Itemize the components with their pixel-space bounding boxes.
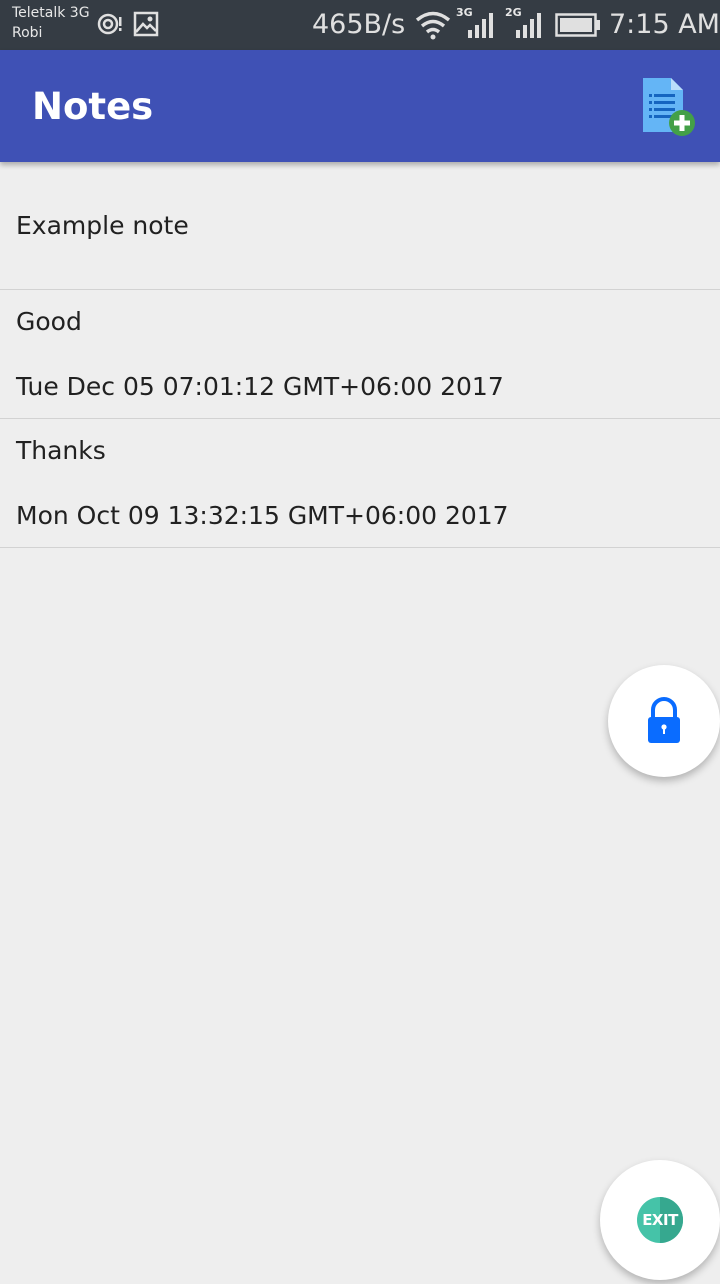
battery-icon <box>555 13 601 41</box>
hotspot-icon <box>97 11 123 41</box>
clock: 7:15 AM <box>609 9 720 40</box>
note-item[interactable]: Thanks Mon Oct 09 13:32:15 GMT+06:00 201… <box>0 419 720 548</box>
note-title: Thanks <box>16 436 106 465</box>
image-icon <box>133 11 159 41</box>
carrier-info: Teletalk 3G Robi <box>12 3 90 43</box>
network-speed: 465B/s <box>312 9 406 40</box>
app-bar: Notes <box>0 50 720 162</box>
note-item[interactable]: Example note <box>0 162 720 290</box>
note-title: Example note <box>16 211 189 240</box>
lock-icon <box>648 697 680 743</box>
exit-label: EXIT <box>642 1211 678 1229</box>
carrier-2: Robi <box>12 25 43 41</box>
exit-button[interactable]: EXIT <box>600 1160 720 1280</box>
notes-list: Example note Good Tue Dec 05 07:01:12 GM… <box>0 162 720 548</box>
signal-icon <box>514 12 544 42</box>
note-date: Mon Oct 09 13:32:15 GMT+06:00 2017 <box>16 501 509 530</box>
page-title: Notes <box>32 85 154 128</box>
add-note-button[interactable] <box>640 76 698 138</box>
signal-icon <box>466 12 496 42</box>
note-title: Good <box>16 307 82 336</box>
add-note-icon <box>643 78 695 136</box>
carrier-1: Teletalk 3G <box>12 5 90 21</box>
status-bar: Teletalk 3G Robi 465B/s 3G 2G 7:15 AM <box>0 0 720 50</box>
note-item[interactable]: Good Tue Dec 05 07:01:12 GMT+06:00 2017 <box>0 290 720 419</box>
wifi-icon <box>414 10 452 44</box>
note-date: Tue Dec 05 07:01:12 GMT+06:00 2017 <box>16 372 504 401</box>
lock-button[interactable] <box>608 665 720 777</box>
